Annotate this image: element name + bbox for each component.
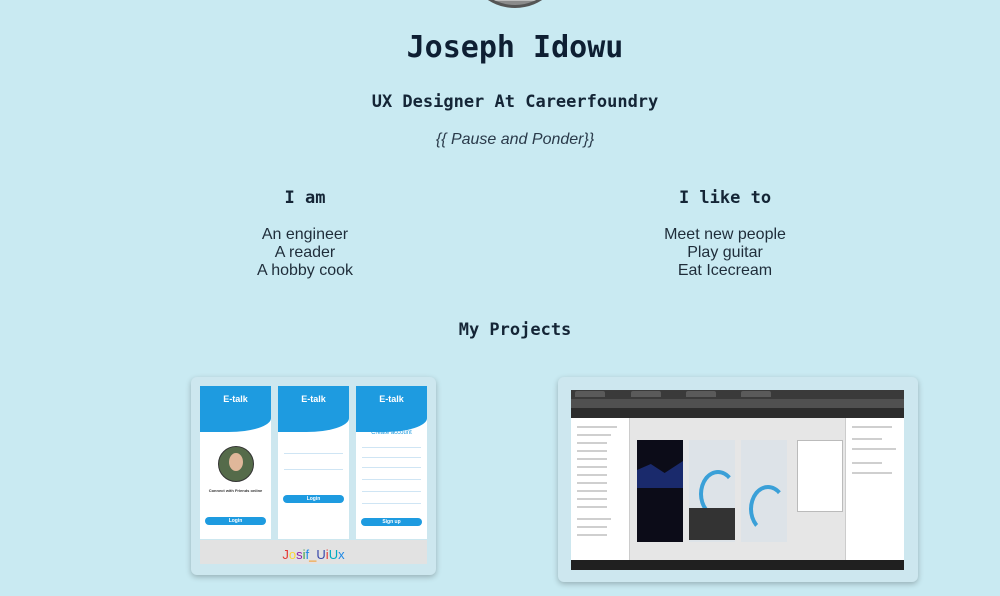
- profile-role: UX Designer At Careerfoundry: [371, 92, 659, 112]
- signup-button: Sign up: [361, 518, 422, 526]
- connect-text: Connect with Friends online: [208, 488, 263, 493]
- i-am-item: An engineer: [261, 226, 349, 243]
- email-field: [362, 474, 421, 480]
- etalk-screen-signup: E-talk Create account Sign up: [356, 386, 427, 539]
- browser-tab-bar: [571, 390, 904, 399]
- i-like-item: Play guitar: [687, 244, 763, 261]
- user-photo: [218, 446, 254, 482]
- i-like-item: Meet new people: [664, 226, 786, 243]
- taskbar: [571, 560, 904, 570]
- i-like-section: I like to Meet new people Play guitar Ea…: [575, 188, 875, 280]
- map-app-screen-detail: [797, 440, 843, 512]
- etalk-screen-welcome: E-talk Connect with Friends online Login: [200, 386, 271, 539]
- etalk-screen-login: E-talk Login: [278, 386, 349, 539]
- etalk-header: E-talk: [356, 386, 427, 432]
- i-am-heading: I am: [284, 188, 326, 208]
- login-button: Login: [283, 495, 344, 503]
- login-button: Login: [205, 517, 266, 525]
- projects-heading: My Projects: [458, 320, 572, 340]
- confirm-password-field: [362, 498, 421, 504]
- map-app-screen-navigation: [741, 440, 787, 542]
- figma-design-panel: [845, 418, 904, 560]
- etalk-header: E-talk: [200, 386, 271, 432]
- name-field: [362, 442, 421, 448]
- project-card-etalk[interactable]: E-talk Connect with Friends online Login…: [191, 377, 436, 575]
- i-like-heading: I like to: [678, 188, 772, 208]
- project-card-map-app[interactable]: [558, 377, 918, 582]
- password-field: [362, 486, 421, 492]
- password-field: [284, 464, 343, 470]
- browser-address-bar: [571, 399, 904, 408]
- josif-uiux-logo: Josif_UiUx: [200, 540, 427, 564]
- etalk-header: E-talk: [278, 386, 349, 432]
- i-am-section: I am An engineer A reader A hobby cook: [155, 188, 455, 280]
- surname-field: [362, 452, 421, 458]
- figma-screenshot: [571, 390, 904, 570]
- figma-toolbar: [571, 408, 904, 418]
- map-popup: [689, 508, 735, 540]
- profile-avatar: [465, 0, 565, 8]
- create-account-title: Create account: [371, 430, 412, 436]
- phone-field: [284, 448, 343, 454]
- i-am-item: A hobby cook: [256, 262, 354, 279]
- figma-layers-panel: [571, 418, 630, 560]
- i-like-item: Eat Icecream: [677, 262, 773, 279]
- map-app-screen-dark: [637, 440, 683, 542]
- i-am-item: A reader: [274, 244, 336, 261]
- phone-field: [362, 462, 421, 468]
- profile-name: Joseph Idowu: [406, 30, 624, 65]
- profile-quote: {{ Pause and Ponder}}: [435, 131, 595, 148]
